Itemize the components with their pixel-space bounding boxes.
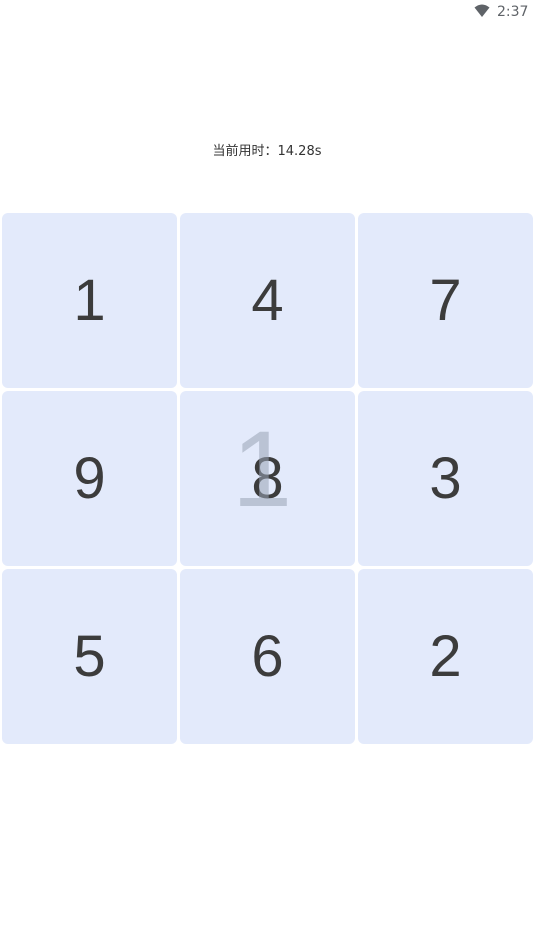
tile-r3-c1[interactable]: 5	[2, 569, 177, 744]
tile-r3-c3[interactable]: 2	[358, 569, 533, 744]
tile-r1-c2[interactable]: 4	[180, 213, 355, 388]
tile-r2-c3[interactable]: 3	[358, 391, 533, 566]
wifi-icon	[474, 4, 490, 17]
status-time: 2:37	[497, 4, 529, 20]
status-bar: 2:37	[0, 0, 534, 24]
tile-r1-c3[interactable]: 7	[358, 213, 533, 388]
elapsed-time-label: 当前用时：14.28s	[212, 144, 322, 159]
tile-r3-c2[interactable]: 6	[180, 569, 355, 744]
puzzle-grid: 1 4 7 9 8 3 5 6 2	[2, 213, 533, 745]
tile-r1-c1[interactable]: 1	[2, 213, 177, 388]
tile-r2-c1[interactable]: 9	[2, 391, 177, 566]
tile-r2-c2[interactable]: 8	[180, 391, 355, 566]
